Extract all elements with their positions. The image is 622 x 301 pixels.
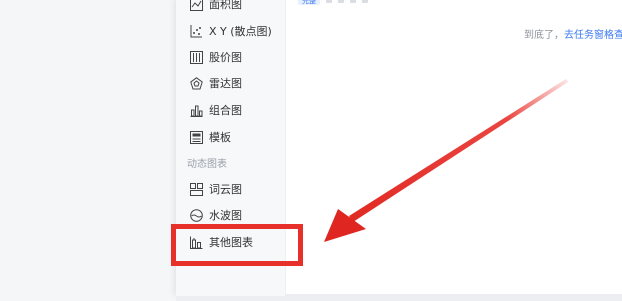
sidebar-item-stock-chart[interactable]: 股价图 [190,47,242,67]
sidebar-item-label: X Y (散点图) [209,25,272,38]
screen: 完整 面积图 X Y (散点图) 股价图 雷达图 组合图 模板 动态图表 词云图… [0,0,622,301]
annotation-highlight-box [171,224,303,266]
sidebar-item-scatter-chart[interactable]: X Y (散点图) [190,21,272,41]
sidebar-item-label: 股价图 [209,51,242,64]
sidebar-item-label: 模板 [209,131,231,144]
sidebar-item-template[interactable]: 模板 [190,127,231,147]
background-area [0,0,176,301]
tab-placeholder[interactable] [326,0,332,3]
scatter-chart-icon [190,24,203,38]
template-icon [190,130,203,144]
sidebar-item-label: 词云图 [209,183,242,196]
sidebar-item-radar-chart[interactable]: 雷达图 [190,73,242,93]
combo-chart-icon [190,104,203,117]
sidebar-item-water-wave[interactable]: 水波图 [190,205,242,225]
end-of-list-message: 到底了，去任务窗格查看 [524,26,622,41]
task-pane-link[interactable]: 去任务窗格查看 [564,30,622,41]
tab-placeholder[interactable] [338,0,344,3]
sidebar-item-area-chart[interactable]: 面积图 [190,0,242,14]
tab-active[interactable]: 完整 [298,0,320,5]
radar-chart-icon [190,76,203,90]
tab-strip: 完整 [298,0,368,5]
section-title-dynamic-charts: 动态图表 [187,159,227,170]
sidebar-item-word-cloud[interactable]: 词云图 [190,179,242,199]
stock-chart-icon [190,50,203,64]
tab-placeholder[interactable] [350,0,356,3]
sidebar-item-label: 面积图 [209,0,242,11]
sidebar-item-label: 雷达图 [209,77,242,90]
area-chart-icon [190,0,203,11]
sidebar-item-label: 水波图 [209,209,242,222]
end-text: 到底了， [524,30,564,41]
sidebar-item-combo-chart[interactable]: 组合图 [190,100,242,120]
tab-placeholder[interactable] [362,0,368,3]
sidebar-item-label: 组合图 [209,104,242,117]
word-cloud-icon [190,182,203,196]
water-wave-icon [190,208,203,222]
